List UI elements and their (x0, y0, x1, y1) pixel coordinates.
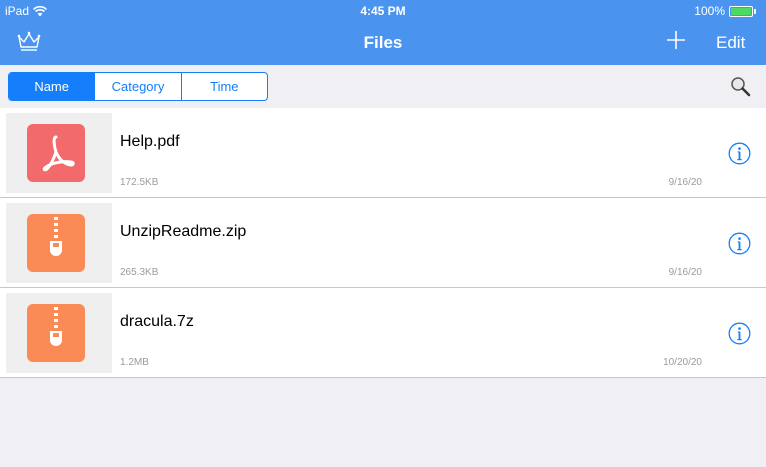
sort-segmented-control: Name Category Time (8, 72, 268, 101)
file-size: 265.3KB (120, 267, 159, 278)
file-row[interactable]: dracula.7z 1.2MB 10/20/20 (0, 288, 766, 378)
file-name: UnzipReadme.zip (120, 223, 247, 240)
battery-percent: 100% (694, 4, 725, 18)
file-date: 9/16/20 (668, 267, 702, 278)
sort-tab-time[interactable]: Time (182, 73, 267, 100)
status-bar: iPad 4:45 PM 100% (0, 0, 766, 22)
file-thumbnail (6, 203, 112, 283)
file-name: dracula.7z (120, 313, 194, 330)
zip-icon (27, 304, 85, 362)
file-size: 172.5KB (120, 177, 159, 188)
file-list: Help.pdf 172.5KB 9/16/20 UnzipReadme.zip… (0, 108, 766, 378)
sort-tab-category[interactable]: Category (95, 73, 182, 100)
edit-button[interactable]: Edit (716, 33, 745, 53)
file-size: 1.2MB (120, 357, 149, 368)
pdf-icon (27, 124, 85, 182)
file-row[interactable]: UnzipReadme.zip 265.3KB 9/16/20 (0, 198, 766, 288)
info-icon[interactable] (728, 142, 751, 165)
info-icon[interactable] (728, 232, 751, 255)
sort-tab-name[interactable]: Name (9, 73, 96, 100)
status-time: 4:45 PM (360, 4, 406, 18)
battery-icon (729, 5, 753, 17)
file-date: 10/20/20 (663, 357, 702, 368)
top-bar: iPad 4:45 PM 100% Files Edit (0, 0, 766, 65)
file-row[interactable]: Help.pdf 172.5KB 9/16/20 (0, 108, 766, 198)
file-thumbnail (6, 113, 112, 193)
info-icon[interactable] (728, 322, 751, 345)
battery-indicator: 100% (694, 4, 756, 18)
file-date: 9/16/20 (668, 177, 702, 188)
search-icon[interactable] (729, 75, 751, 97)
file-thumbnail (6, 293, 112, 373)
file-name: Help.pdf (120, 133, 180, 150)
page-title: Files (363, 33, 403, 52)
plus-icon[interactable] (664, 28, 688, 52)
zip-icon (27, 214, 85, 272)
